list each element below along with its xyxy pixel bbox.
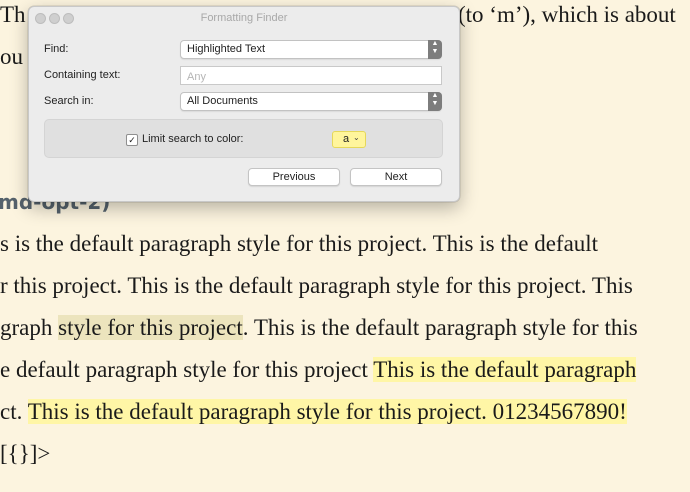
up-down-arrows-icon: ▲ ▼ [428,40,442,59]
paragraph-line: r this project. This is the default para… [0,273,633,298]
title-bar[interactable]: Formatting Finder [29,7,459,29]
next-button[interactable]: Next [350,168,442,186]
doc-line-1-right: (to ‘m’), which is about [458,2,676,27]
up-down-arrows-icon: ▲ ▼ [428,92,442,111]
paragraph-line: [{}]> [0,441,51,466]
paragraph-line: s is the default paragraph style for thi… [0,231,599,256]
doc-line-2: ou [0,44,23,69]
highlighted-text-olive: style for this project [58,315,243,340]
paragraph-text: e default paragraph style for this proje… [0,357,374,382]
search-in-select-value: All Documents [187,95,258,107]
paragraph-text: . This is the default paragraph style fo… [242,315,638,340]
paragraph-text: graph [0,315,59,340]
search-in-select[interactable]: All Documents ▲ ▼ [180,92,442,111]
find-label: Find: [44,43,69,55]
highlight-color-picker[interactable]: a ⌄ [332,131,366,148]
doc-line-1-left: Th [0,2,26,27]
paragraph-line: e default paragraph style for this proje… [0,357,637,383]
containing-text-input[interactable] [185,68,429,85]
find-select-value: Highlighted Text [187,43,266,55]
highlighted-text-yellow: This is the default paragraph [373,357,637,382]
limit-color-label[interactable]: Limit search to color: [142,133,243,145]
limit-color-checkbox[interactable]: ✓ [126,134,138,146]
find-select[interactable]: Highlighted Text ▲ ▼ [180,40,442,59]
color-limit-group: ✓ Limit search to color: a ⌄ [44,119,443,158]
paragraph-text: ct. [0,399,28,424]
formatting-finder-panel: Formatting Finder Find: Highlighted Text… [28,6,460,202]
containing-text-label: Containing text: [44,69,121,81]
paragraph-line: graph style for this project. This is th… [0,315,638,341]
color-swatch-label: a [343,133,350,145]
chevron-down-icon: ⌄ [353,133,360,142]
previous-button[interactable]: Previous [248,168,340,186]
highlighted-text-yellow: This is the default paragraph style for … [27,399,627,424]
search-in-label: Search in: [44,95,94,107]
panel-title: Formatting Finder [200,12,288,24]
containing-text-field[interactable] [180,66,442,85]
paragraph-line: ct. This is the default paragraph style … [0,399,627,425]
